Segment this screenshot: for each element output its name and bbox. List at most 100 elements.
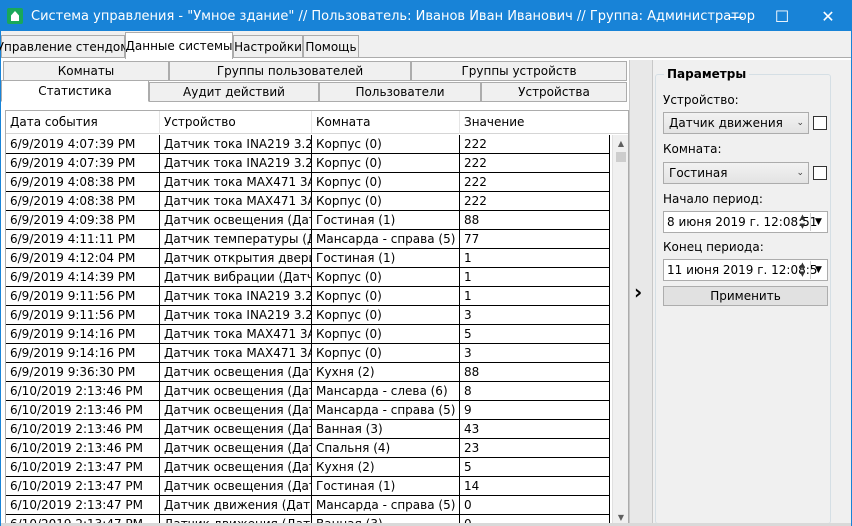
cell-device: Датчик открытия двери (Д — [160, 249, 312, 268]
cell-date: 6/9/2019 9:36:30 PM — [6, 363, 160, 382]
close-button[interactable]: ✕ — [805, 1, 851, 31]
table-row[interactable]: 6/9/2019 4:08:38 PMДатчик тока MAX471 3A… — [6, 173, 610, 192]
scroll-thumb[interactable] — [616, 152, 626, 162]
tab-users[interactable]: Пользователи — [319, 82, 481, 102]
table-row[interactable]: 6/9/2019 4:09:38 PMДатчик освещения (Дат… — [6, 211, 610, 230]
cell-date: 6/9/2019 4:14:39 PM — [6, 268, 160, 287]
cell-room: Мансарда - слева (6) — [312, 382, 460, 401]
table-row[interactable]: 6/9/2019 9:11:56 PM Датчик тока INA219 3.… — [6, 306, 610, 325]
start-spinner[interactable]: ▲ ▼ — [796, 213, 809, 231]
cell-value: 222 — [460, 135, 610, 154]
calendar-dropdown-icon[interactable]: ▼ — [810, 261, 826, 279]
tab-statistics[interactable]: Статистика — [1, 80, 149, 102]
table-row[interactable]: 6/9/2019 4:08:38 PMДатчик тока MAX471 3A… — [6, 192, 610, 211]
cell-device: Датчик освещения (Датчи — [160, 458, 312, 477]
table-row[interactable]: 6/9/2019 4:12:04 PMДатчик открытия двери… — [6, 249, 610, 268]
main-tabs: Управление стендом Данные системы Настро… — [0, 32, 851, 59]
cell-value: 9 — [460, 401, 610, 420]
table-row[interactable]: 6/9/2019 4:07:39 PM Датчик тока INA219 3.… — [6, 154, 610, 173]
cell-device: Датчик тока INA219 3.2A - — [160, 154, 312, 173]
cell-device: Датчик тока MAX471 3A - — [160, 192, 312, 211]
cell-date: 6/9/2019 9:14:16 PM — [6, 344, 160, 363]
cell-room: Корпус (0) — [312, 344, 460, 363]
title-bar[interactable]: Система управления - "Умное здание" // П… — [1, 1, 851, 31]
cell-device: Датчик тока INA219 3.2A (... — [160, 287, 312, 306]
cell-room: Корпус (0) — [312, 268, 460, 287]
cell-device: Датчик тока MAX471 3A (Д — [160, 173, 312, 192]
tab-system-data[interactable]: Данные системы — [125, 32, 233, 59]
window-title: Система управления - "Умное здание" // П… — [31, 8, 755, 24]
vertical-scrollbar[interactable]: ▲ ▼ — [612, 135, 628, 524]
end-date-value: 11 июня 2019 г. 12:08:5 — [667, 263, 818, 277]
end-date-picker[interactable]: 11 июня 2019 г. 12:08:5 ▲ ▼ ▼ — [663, 259, 828, 281]
cell-value: 8 — [460, 382, 610, 401]
cell-value: 0 — [460, 496, 610, 515]
tab-stand-control[interactable]: Управление стендом — [0, 35, 129, 58]
cell-value: 222 — [460, 154, 610, 173]
minimize-button[interactable]: — — [713, 1, 759, 31]
cell-room: Мансарда - справа (5) — [312, 230, 460, 249]
column-header-room[interactable]: Комната — [312, 111, 460, 134]
parameters-title: Параметры — [664, 67, 750, 81]
cell-value: 1 — [460, 249, 610, 268]
scroll-up-icon[interactable]: ▲ — [613, 135, 628, 151]
table-row[interactable]: 6/10/2019 2:13:46 PM Датчик освещения (Да… — [6, 382, 610, 401]
table-row[interactable]: 6/10/2019 2:13:46 PM Датчик освещения (Да… — [6, 420, 610, 439]
table-row[interactable]: 6/10/2019 2:13:47 PM Датчик освещения (Да… — [6, 477, 610, 496]
cell-date: 6/10/2019 2:13:46 PM — [6, 439, 160, 458]
chevron-right-icon[interactable]: › — [634, 282, 648, 302]
column-header-date[interactable]: Дата события — [6, 111, 160, 134]
end-spinner[interactable]: ▲ ▼ — [796, 261, 809, 279]
table-row[interactable]: 6/9/2019 9:14:16 PMДатчик тока MAX471 3A… — [6, 325, 610, 344]
device-checkbox[interactable] — [813, 116, 827, 130]
table-row[interactable]: 6/10/2019 2:13:46 PM Датчик освещения (Да… — [6, 439, 610, 458]
column-header-device[interactable]: Устройство — [160, 111, 312, 134]
device-select[interactable]: Датчик движения ⌄ — [663, 112, 809, 134]
cell-room: Кухня (2) — [312, 363, 460, 382]
room-checkbox[interactable] — [813, 166, 827, 180]
tab-action-audit[interactable]: Аудит действий — [149, 82, 319, 102]
chevron-down-icon: ⌄ — [796, 118, 804, 128]
column-header-value[interactable]: Значение — [460, 111, 610, 134]
cell-date: 6/9/2019 4:08:38 PM — [6, 173, 160, 192]
cell-room: Мансарда - справа (5) — [312, 496, 460, 515]
room-select[interactable]: Гостиная ⌄ — [663, 162, 809, 184]
calendar-dropdown-icon[interactable]: ▼ — [810, 213, 826, 231]
cell-device: Датчик тока INA219 3.2A - — [160, 306, 312, 325]
table-row[interactable]: 6/9/2019 9:14:16 PMДатчик тока MAX471 3A… — [6, 344, 610, 363]
tab-settings[interactable]: Настройки — [233, 35, 303, 58]
start-date-picker[interactable]: 8 июня 2019 г. 12:08:51 ▲ ▼ ▼ — [663, 211, 828, 233]
table-row[interactable]: 6/10/2019 2:13:47 PM Датчик освещения (Да… — [6, 458, 610, 477]
cell-device: Датчик вибрации (Датчик — [160, 268, 312, 287]
maximize-button[interactable]: ☐ — [759, 1, 805, 31]
statistics-table[interactable]: Дата события Устройство Комната Значение… — [5, 110, 629, 525]
tab-device-groups[interactable]: Группы устройств — [411, 61, 627, 81]
cell-device: Датчик освещения (Датчи — [160, 382, 312, 401]
table-row[interactable]: 6/9/2019 9:11:56 PM Датчик тока INA219 3.… — [6, 287, 610, 306]
table-row[interactable]: 6/9/2019 4:07:39 PM Датчик тока INA219 3.… — [6, 135, 610, 154]
table-row[interactable]: 6/10/2019 2:13:47 PM Датчик движения (Дат… — [6, 496, 610, 515]
tab-help[interactable]: Помощь — [303, 35, 359, 58]
table-row[interactable]: 6/9/2019 4:14:39 PMДатчик вибрации (Датч… — [6, 268, 610, 287]
cell-room: Мансарда - справа (5) — [312, 401, 460, 420]
cell-date: 6/9/2019 4:12:04 PM — [6, 249, 160, 268]
cell-date: 6/10/2019 2:13:47 PM — [6, 458, 160, 477]
cell-value: 88 — [460, 363, 610, 382]
cell-room: Спальня (4) — [312, 439, 460, 458]
cell-date: 6/9/2019 4:07:39 PM — [6, 154, 160, 173]
parameters-panel: Параметры Устройство: Датчик движения ⌄ … — [653, 60, 851, 525]
tab-user-groups[interactable]: Группы пользователей — [169, 61, 411, 81]
cell-value: 222 — [460, 192, 610, 211]
table-row[interactable]: 6/9/2019 9:36:30 PMДатчик освещения (Дат… — [6, 363, 610, 382]
table-row[interactable]: 6/9/2019 4:11:11 PMДатчик температуры (Д… — [6, 230, 610, 249]
apply-button[interactable]: Применить — [663, 286, 828, 306]
cell-date: 6/9/2019 4:09:38 PM — [6, 211, 160, 230]
cell-date: 6/10/2019 2:13:46 PM — [6, 401, 160, 420]
tab-rooms[interactable]: Комнаты — [3, 61, 169, 81]
panel-splitter[interactable]: › — [629, 60, 653, 525]
table-row[interactable]: 6/10/2019 2:13:46 PM Датчик освещения (Да… — [6, 401, 610, 420]
tab-devices[interactable]: Устройства — [481, 82, 627, 102]
cell-room: Ванная (3) — [312, 420, 460, 439]
start-period-label: Начало период: — [663, 192, 763, 206]
cell-room: Гостиная (1) — [312, 211, 460, 230]
